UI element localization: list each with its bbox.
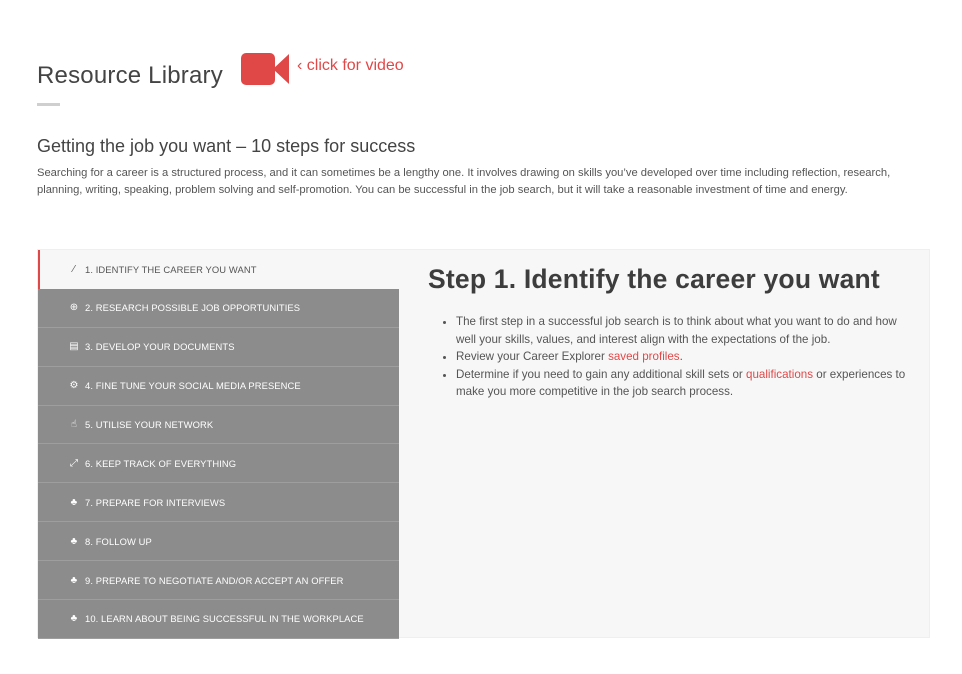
- tab-step-2[interactable]: ⊕ 2. RESEARCH POSSIBLE JOB OPPORTUNITIES: [38, 288, 399, 328]
- wand-icon: ⁄: [73, 263, 75, 275]
- steps-tab-panel: ⁄ 1. IDENTIFY THE CAREER YOU WANT ⊕ 2. RESE…: [37, 249, 930, 639]
- list-item: Determine if you need to gain any additi…: [456, 366, 918, 401]
- intro-paragraph: Searching for a career is a structured p…: [37, 167, 891, 196]
- expand-arrows-icon: ⤢: [69, 457, 79, 469]
- bullet-text: The first step in a successful job searc…: [456, 315, 897, 346]
- video-link-label: ‹ click for video: [297, 57, 404, 74]
- qualifications-link[interactable]: qualifications: [746, 368, 813, 381]
- section-heading: Getting the job you want – 10 steps for …: [37, 136, 416, 156]
- compass-icon: ⊕: [69, 302, 79, 314]
- tab-step-10[interactable]: ♣ 10. LEARN ABOUT BEING SUCCESSFUL IN THE…: [38, 600, 399, 639]
- tab-label: 7. PREPARE FOR INTERVIEWS: [85, 496, 226, 508]
- document-stack-icon: ▤: [69, 341, 79, 353]
- tab-label: 4. FINE TUNE YOUR SOCIAL MEDIA PRESENCE: [85, 380, 301, 392]
- sitemap-icon: ♣: [70, 496, 78, 508]
- tab-label: 10. LEARN ABOUT BEING SUCCESSFUL IN THE …: [85, 613, 364, 625]
- tab-step-5[interactable]: ☝ 5. UTILISE YOUR NETWORK: [38, 405, 399, 445]
- tab-step-7[interactable]: ♣ 7. PREPARE FOR INTERVIEWS: [38, 483, 399, 523]
- hand-icon: ☝: [70, 419, 78, 430]
- step-content: Step 1. Identify the career you want The…: [428, 264, 918, 401]
- tab-label: 2. RESEARCH POSSIBLE JOB OPPORTUNITIES: [85, 302, 301, 314]
- tab-label: 3. DEVELOP YOUR DOCUMENTS: [85, 341, 235, 353]
- sitemap-icon: ♣: [70, 574, 78, 586]
- tab-label: 9. PREPARE TO NEGOTIATE AND/OR ACCEPT AN…: [85, 574, 344, 586]
- tab-step-8[interactable]: ♣ 8. FOLLOW UP: [38, 522, 399, 562]
- video-camera-icon: [241, 53, 291, 85]
- page-title: Resource Library: [37, 62, 223, 89]
- bullet-text: .: [679, 350, 683, 363]
- sitemap-icon: ♣: [70, 535, 78, 547]
- tab-step-1[interactable]: ⁄ 1. IDENTIFY THE CAREER YOU WANT: [38, 250, 399, 289]
- list-item: The first step in a successful job searc…: [456, 313, 918, 348]
- tab-label: 6. KEEP TRACK OF EVERYTHING: [85, 457, 237, 469]
- bullet-text: Determine if you need to gain any additi…: [456, 367, 747, 381]
- tab-label: 5. UTILISE YOUR NETWORK: [85, 419, 214, 430]
- gears-icon: ⚙: [69, 380, 79, 392]
- tab-label: 8. FOLLOW UP: [85, 535, 152, 547]
- tab-step-9[interactable]: ♣ 9. PREPARE TO NEGOTIATE AND/OR ACCEPT A…: [38, 561, 399, 601]
- tab-step-6[interactable]: ⤢ 6. KEEP TRACK OF EVERYTHING: [38, 444, 399, 484]
- steps-tab-list: ⁄ 1. IDENTIFY THE CAREER YOU WANT ⊕ 2. RESE…: [38, 250, 399, 639]
- tab-label: 1. IDENTIFY THE CAREER YOU WANT: [85, 263, 257, 275]
- saved-profiles-link[interactable]: saved profiles: [608, 350, 680, 363]
- tab-step-4[interactable]: ⚙ 4. FINE TUNE YOUR SOCIAL MEDIA PRESENCE: [38, 366, 399, 406]
- list-item: Review your Career Explorer saved profil…: [456, 348, 918, 366]
- bullet-text: Review your Career Explorer: [456, 350, 609, 363]
- step-bullet-list: The first step in a successful job searc…: [428, 313, 918, 401]
- tab-step-3[interactable]: ▤ 3. DEVELOP YOUR DOCUMENTS: [38, 327, 399, 367]
- video-link[interactable]: ‹ click for video: [241, 53, 404, 85]
- title-underline: [37, 103, 60, 106]
- step-title: Step 1. Identify the career you want: [428, 264, 880, 294]
- sitemap-icon: ♣: [70, 613, 78, 625]
